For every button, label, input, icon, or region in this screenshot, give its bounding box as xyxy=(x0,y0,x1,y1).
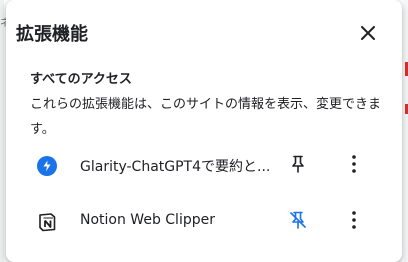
more-options-button[interactable] xyxy=(340,152,368,180)
extension-name: Glarity-ChatGPT4で要約と... xyxy=(80,159,271,175)
pin-button[interactable] xyxy=(284,208,312,236)
more-vert-icon xyxy=(352,155,356,177)
pin-button[interactable] xyxy=(284,152,312,180)
extension-row-glarity[interactable]: Glarity-ChatGPT4で要約と... xyxy=(26,148,382,184)
close-button[interactable] xyxy=(354,20,382,48)
background-page-right xyxy=(404,0,408,262)
section-description: これらの拡張機能は、このサイトの情報を表示、変更できます。 xyxy=(30,97,382,137)
glarity-logo-icon xyxy=(37,156,57,176)
extension-row-notion[interactable]: Notion Web Clipper xyxy=(26,204,382,240)
close-icon xyxy=(361,25,375,44)
more-vert-icon xyxy=(352,211,356,233)
section-heading: すべてのアクセス xyxy=(30,72,132,87)
extension-name: Notion Web Clipper xyxy=(80,212,215,228)
extensions-popup: 拡張機能 すべてのアクセス これらの拡張機能は、このサイトの情報を表示、変更でき… xyxy=(6,0,402,262)
notion-logo-icon xyxy=(37,212,57,232)
pin-icon xyxy=(291,155,305,177)
popup-header: 拡張機能 xyxy=(16,18,388,50)
more-options-button[interactable] xyxy=(340,208,368,236)
background-page-left: ネ xyxy=(0,0,10,262)
unpin-icon xyxy=(289,211,307,233)
popup-title: 拡張機能 xyxy=(16,24,88,45)
